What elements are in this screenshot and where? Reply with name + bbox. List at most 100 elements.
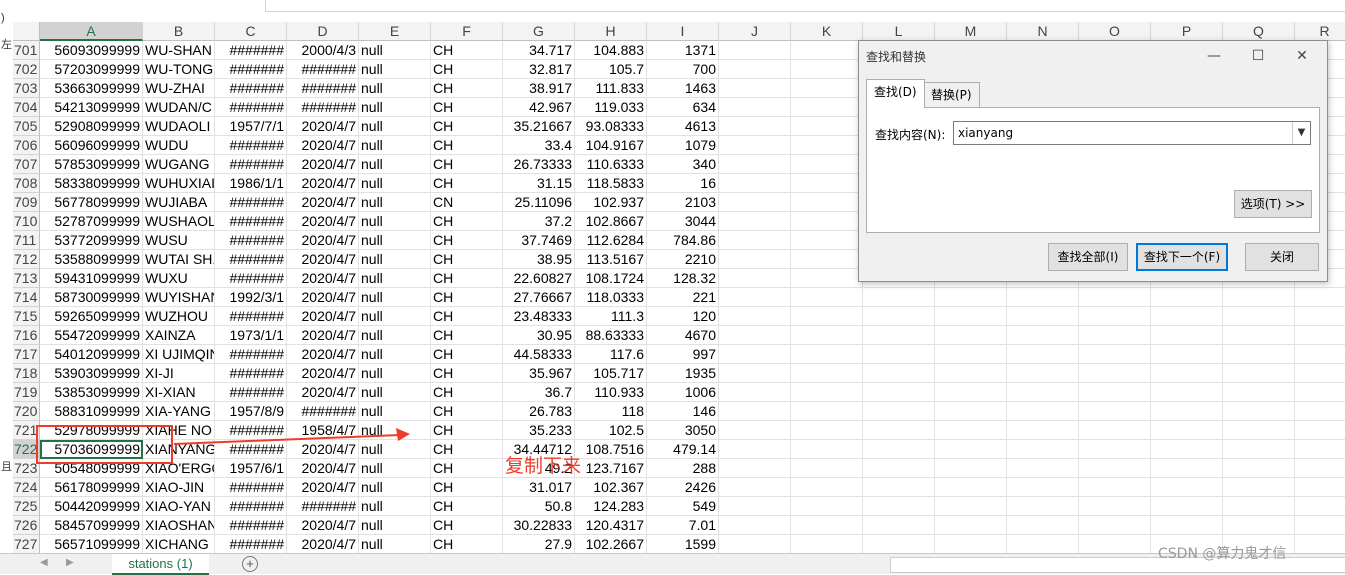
table-cell[interactable]: 120.4317	[575, 516, 647, 535]
row-header[interactable]: 707	[13, 155, 40, 174]
table-cell[interactable]: WUDAOLI	[143, 117, 215, 136]
table-cell[interactable]: 1463	[647, 79, 719, 98]
scroll-left-icon[interactable]: ◀	[40, 557, 48, 568]
table-cell[interactable]: CH	[431, 250, 503, 269]
table-cell[interactable]: 44.58333	[503, 345, 575, 364]
table-cell[interactable]: 27.76667	[503, 288, 575, 307]
table-cell[interactable]: 2020/4/7	[287, 155, 359, 174]
table-cell[interactable]: null	[359, 288, 431, 307]
table-cell[interactable]: CH	[431, 174, 503, 193]
table-cell[interactable]: 57853099999	[40, 155, 143, 174]
table-cell[interactable]: 52908099999	[40, 117, 143, 136]
table-cell[interactable]	[1295, 535, 1345, 554]
table-cell[interactable]	[1295, 497, 1345, 516]
table-cell[interactable]	[791, 421, 863, 440]
table-cell[interactable]: 108.1724	[575, 269, 647, 288]
table-cell[interactable]	[1079, 402, 1151, 421]
column-header[interactable]: P	[1151, 22, 1223, 41]
table-cell[interactable]	[1151, 497, 1223, 516]
table-cell[interactable]	[1079, 497, 1151, 516]
close-button[interactable]: 关闭	[1245, 243, 1319, 271]
table-cell[interactable]: CH	[431, 60, 503, 79]
table-cell[interactable]	[1295, 421, 1345, 440]
table-cell[interactable]: 2020/4/7	[287, 516, 359, 535]
table-cell[interactable]	[1007, 345, 1079, 364]
table-cell[interactable]: #######	[215, 345, 287, 364]
table-cell[interactable]: 102.937	[575, 193, 647, 212]
table-cell[interactable]: 37.2	[503, 212, 575, 231]
table-cell[interactable]	[791, 345, 863, 364]
table-cell[interactable]: 88.63333	[575, 326, 647, 345]
table-cell[interactable]	[719, 136, 791, 155]
table-cell[interactable]	[1151, 364, 1223, 383]
table-cell[interactable]: 221	[647, 288, 719, 307]
table-cell[interactable]: #######	[215, 535, 287, 554]
table-cell[interactable]: CH	[431, 136, 503, 155]
table-cell[interactable]	[863, 383, 935, 402]
table-cell[interactable]: 2020/4/7	[287, 364, 359, 383]
column-header[interactable]: E	[359, 22, 431, 41]
find-input[interactable]: xianyang ▼	[953, 121, 1311, 145]
table-cell[interactable]	[719, 60, 791, 79]
table-cell[interactable]: 105.717	[575, 364, 647, 383]
table-cell[interactable]	[1079, 459, 1151, 478]
table-cell[interactable]: 2020/4/7	[287, 288, 359, 307]
table-cell[interactable]	[791, 535, 863, 554]
table-cell[interactable]: 146	[647, 402, 719, 421]
table-cell[interactable]	[1151, 326, 1223, 345]
table-cell[interactable]	[719, 440, 791, 459]
table-cell[interactable]: 2020/4/7	[287, 478, 359, 497]
table-cell[interactable]	[863, 440, 935, 459]
table-cell[interactable]: CH	[431, 345, 503, 364]
table-cell[interactable]: 93.08333	[575, 117, 647, 136]
table-cell[interactable]: null	[359, 307, 431, 326]
table-cell[interactable]: CH	[431, 269, 503, 288]
table-cell[interactable]	[1079, 440, 1151, 459]
table-cell[interactable]	[1007, 535, 1079, 554]
table-cell[interactable]: WUHUXIAI	[143, 174, 215, 193]
table-cell[interactable]: 52787099999	[40, 212, 143, 231]
table-cell[interactable]	[719, 383, 791, 402]
table-cell[interactable]: null	[359, 136, 431, 155]
table-cell[interactable]	[1007, 326, 1079, 345]
table-cell[interactable]: 37.7469	[503, 231, 575, 250]
table-cell[interactable]: #######	[215, 364, 287, 383]
table-cell[interactable]	[791, 41, 863, 60]
column-header[interactable]: D	[287, 22, 359, 41]
table-cell[interactable]: 1957/6/1	[215, 459, 287, 478]
table-cell[interactable]	[935, 288, 1007, 307]
table-cell[interactable]: 1079	[647, 136, 719, 155]
table-cell[interactable]	[1295, 383, 1345, 402]
table-cell[interactable]: 53772099999	[40, 231, 143, 250]
table-cell[interactable]: null	[359, 364, 431, 383]
table-cell[interactable]: WUXU	[143, 269, 215, 288]
table-cell[interactable]: CH	[431, 421, 503, 440]
table-cell[interactable]: 30.22833	[503, 516, 575, 535]
table-cell[interactable]: 25.11096	[503, 193, 575, 212]
column-header[interactable]: K	[791, 22, 863, 41]
table-cell[interactable]: CH	[431, 383, 503, 402]
table-cell[interactable]	[1079, 326, 1151, 345]
close-icon[interactable]: ✕	[1287, 43, 1317, 69]
table-cell[interactable]: 4613	[647, 117, 719, 136]
table-cell[interactable]: null	[359, 174, 431, 193]
table-cell[interactable]: 1371	[647, 41, 719, 60]
row-header[interactable]: 711	[13, 231, 40, 250]
table-cell[interactable]: 128.32	[647, 269, 719, 288]
table-cell[interactable]	[1223, 307, 1295, 326]
scroll-right-icon[interactable]: ▶	[66, 557, 74, 568]
table-cell[interactable]	[1151, 440, 1223, 459]
table-cell[interactable]: null	[359, 402, 431, 421]
table-cell[interactable]: 59265099999	[40, 307, 143, 326]
table-cell[interactable]: 104.883	[575, 41, 647, 60]
table-cell[interactable]: CH	[431, 212, 503, 231]
table-cell[interactable]	[935, 535, 1007, 554]
table-cell[interactable]: 4670	[647, 326, 719, 345]
table-cell[interactable]	[1295, 326, 1345, 345]
table-cell[interactable]: 23.48333	[503, 307, 575, 326]
table-cell[interactable]	[863, 421, 935, 440]
table-cell[interactable]: #######	[215, 478, 287, 497]
row-header[interactable]: 712	[13, 250, 40, 269]
table-cell[interactable]: 1957/7/1	[215, 117, 287, 136]
row-header[interactable]: 714	[13, 288, 40, 307]
